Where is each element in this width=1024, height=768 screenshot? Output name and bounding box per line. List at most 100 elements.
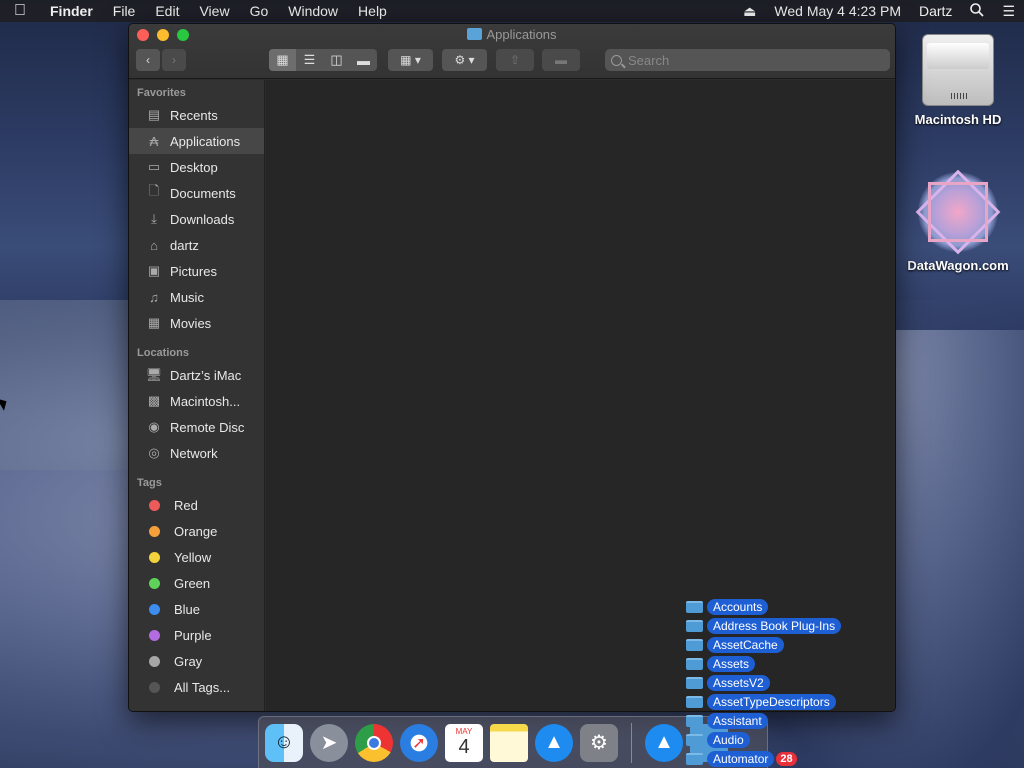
home-icon: ⌂ [150,237,158,253]
gallery-view-icon[interactable]: ▬ [350,49,377,71]
documents-icon: 🗋 [148,183,160,198]
folder-icon [686,657,703,670]
datawagon-logo-icon [918,172,998,252]
tag-dot-icon [149,603,160,615]
sidebar-item-home[interactable]: ⌂ dartz [129,232,264,258]
notification-center-icon[interactable]: ☰ [993,3,1024,20]
menu-finder[interactable]: Finder [40,3,103,19]
notes-app-icon[interactable] [490,723,528,762]
locations-header: Locations [137,347,189,359]
disc-icon: ◉ [148,419,160,434]
sidebar-item-recents[interactable]: ▤ Recents [129,102,264,128]
search-field[interactable]: Search [605,49,890,71]
menu-file[interactable]: File [103,3,146,19]
film-icon: ▦ [147,315,161,330]
sidebar-item-macintosh-hd[interactable]: ▩ Macintosh... [129,388,264,414]
menu-go[interactable]: Go [240,3,279,19]
spotlight-search-icon[interactable] [961,2,993,20]
desktop-icon-macintosh-hd[interactable]: Macintosh HD [903,34,1013,127]
sidebar-tag-yellow[interactable]: Yellow [129,544,264,570]
launchpad-app-icon[interactable]: ➤ [310,723,348,762]
applications-icon: ₳ [149,133,159,149]
back-button[interactable]: ‹ [136,49,160,71]
folder-icon [686,676,703,689]
menu-user[interactable]: Dartz [910,3,961,19]
sidebar-item-pictures[interactable]: ▣ Pictures [129,258,264,284]
folder-icon [686,600,703,613]
drag-item: Audio [686,731,750,748]
favorites-header: Favorites [137,87,186,99]
safari-app-icon[interactable]: ➚ [400,723,438,762]
view-mode-control: ▦ ☰ ◫ ▬ [269,49,377,71]
folder-icon [467,28,483,40]
sidebar-item-remote-disc[interactable]: ◉ Remote Disc [129,414,264,440]
folder-icon [686,638,703,651]
folder-icon [686,619,703,632]
sidebar-item-downloads[interactable]: ⤓ Downloads [129,206,264,232]
sidebar-all-tags[interactable]: All Tags... [129,674,264,700]
sidebar-item-network[interactable]: ◎ Network [129,440,264,466]
all-tags-icon [149,681,160,693]
list-view-icon[interactable]: ☰ [296,49,323,71]
menu-bar:  Finder File Edit View Go Window Help ⏏… [0,0,1024,22]
drag-count-badge: 28 [776,751,797,766]
hard-drive-icon [922,34,994,106]
sidebar-item-imac[interactable]: 🖥 Dartz’s iMac [129,362,264,388]
sidebar-tag-purple[interactable]: Purple [129,622,264,648]
tag-dot-icon [149,577,160,589]
recents-icon: ▤ [147,107,161,122]
menu-window[interactable]: Window [278,3,348,19]
sidebar-item-applications[interactable]: ₳ Applications [129,128,264,154]
tag-button[interactable]: ▬ [542,49,580,71]
globe-icon: ◎ [148,445,160,460]
tag-dot-icon [149,499,160,511]
menu-view[interactable]: View [189,3,239,19]
forward-button[interactable]: › [162,49,186,71]
downloads-icon: ⤓ [151,211,157,226]
menu-help[interactable]: Help [348,3,397,19]
folder-icon [686,752,703,765]
title-bar: Applications ‹ › ▦ ☰ ◫ ▬ ▦ ▾ ⚙ ▾ ⇧ ▬ Sea… [129,24,895,79]
sidebar-item-music[interactable]: ♫ Music [129,284,264,310]
eject-icon[interactable]: ⏏ [734,3,765,20]
finder-app-icon[interactable]: ☺ [265,723,303,762]
folder-icon [686,695,703,708]
group-by-button[interactable]: ▦ ▾ [388,49,433,71]
drag-item: AssetTypeDescriptors [686,693,836,710]
tag-dot-icon [149,551,160,563]
tag-dot-icon [149,525,160,537]
hard-drive-icon: ▩ [147,393,161,408]
share-button[interactable]: ⇧ [496,49,534,71]
app-store-icon[interactable]: ▲ [535,723,573,762]
drag-item: Address Book Plug-Ins [686,617,842,634]
menu-edit[interactable]: Edit [145,3,189,19]
drag-item: AssetsV2 [686,674,770,691]
sidebar-tag-green[interactable]: Green [129,570,264,596]
sidebar-item-documents[interactable]: 🗋 Documents [129,180,264,206]
column-view-icon[interactable]: ◫ [323,49,350,71]
sidebar-item-movies[interactable]: ▦ Movies [129,310,264,336]
search-placeholder: Search [628,52,670,68]
desktop-icon-datawagon[interactable]: DataWagon.com [903,172,1013,273]
music-note-icon: ♫ [149,289,159,305]
folder-icon [686,714,703,727]
chrome-app-icon[interactable] [355,723,393,762]
drag-item: Assets [686,655,756,672]
sidebar-tag-orange[interactable]: Orange [129,518,264,544]
system-preferences-icon[interactable]: ⚙ [580,723,618,762]
sidebar-item-desktop[interactable]: ▭ Desktop [129,154,264,180]
sidebar-tag-red[interactable]: Red [129,492,264,518]
app-store-icon[interactable]: ▲ [645,723,683,762]
computer-icon: 🖥 [145,367,163,382]
action-gear-button[interactable]: ⚙ ▾ [442,49,487,71]
tags-header: Tags [137,477,162,489]
sidebar-tag-blue[interactable]: Blue [129,596,264,622]
icon-view-icon[interactable]: ▦ [269,49,296,71]
calendar-app-icon[interactable]: MAY 4 [445,723,483,762]
apple-menu-icon[interactable]:  [0,2,40,20]
dock-separator [631,722,632,763]
menu-clock[interactable]: Wed May 4 4:23 PM [765,3,910,19]
search-icon [611,54,622,66]
sidebar-tag-gray[interactable]: Gray [129,648,264,674]
finder-window: Applications ‹ › ▦ ☰ ◫ ▬ ▦ ▾ ⚙ ▾ ⇧ ▬ Sea… [128,23,896,712]
